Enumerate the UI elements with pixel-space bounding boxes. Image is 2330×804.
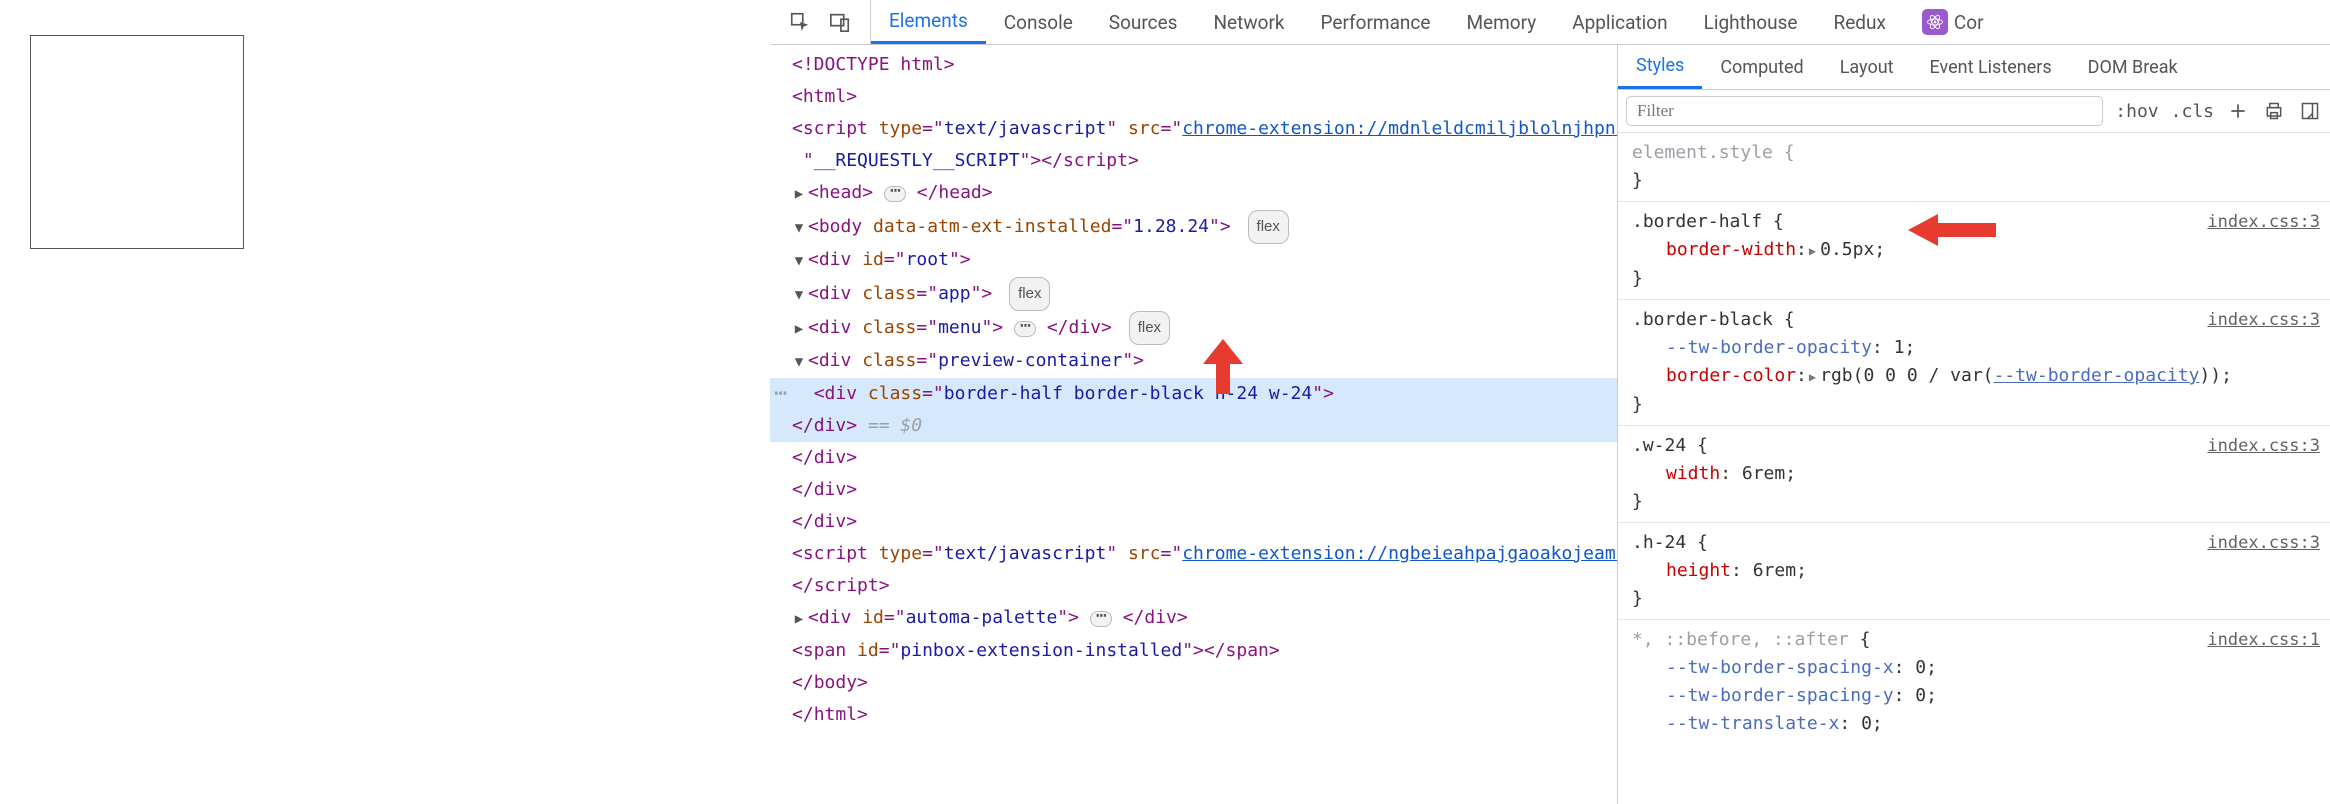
dom-app[interactable]: ▼<div class="app"> flex — [770, 277, 1617, 311]
tab-performance[interactable]: Performance — [1303, 0, 1449, 44]
devtools: Elements Console Sources Network Perform… — [770, 0, 2330, 804]
rule-element-style[interactable]: element.style { } — [1618, 133, 2330, 202]
rule-universal[interactable]: index.css:1 *, ::before, ::after { --tw-… — [1618, 620, 2330, 744]
tab-redux[interactable]: Redux — [1815, 0, 1903, 44]
device-toolbar-icon[interactable] — [828, 10, 852, 34]
subtab-event-listeners[interactable]: Event Listeners — [1912, 45, 2070, 89]
subtab-styles[interactable]: Styles — [1618, 45, 1702, 89]
dom-close-preview[interactable]: </div> — [770, 442, 1617, 474]
new-rule-icon[interactable] — [2226, 99, 2250, 123]
source-link[interactable]: index.css:1 — [2207, 626, 2320, 654]
devtools-toolbar: Elements Console Sources Network Perform… — [770, 0, 2330, 45]
subtab-dom-breakpoints[interactable]: DOM Break — [2070, 45, 2196, 89]
styles-subtabs: Styles Computed Layout Event Listeners D… — [1618, 45, 2330, 90]
dom-pinbox[interactable]: <span id="pinbox-extension-installed"></… — [770, 635, 1617, 667]
subtab-layout[interactable]: Layout — [1822, 45, 1912, 89]
dom-automa[interactable]: ▶<div id="automa-palette"> ⋯ </div> — [770, 602, 1617, 635]
dom-close-app[interactable]: </div> — [770, 474, 1617, 506]
tab-sources[interactable]: Sources — [1091, 0, 1196, 44]
dom-doctype[interactable]: <!DOCTYPE html> — [770, 49, 1617, 81]
dom-close-body[interactable]: </body> — [770, 667, 1617, 699]
tab-console[interactable]: Console — [986, 0, 1091, 44]
flex-badge: flex — [1129, 311, 1170, 345]
dom-html-open[interactable]: <html> — [770, 81, 1617, 113]
tab-components-label: Cor — [1954, 11, 1984, 34]
gutter-dots-icon[interactable]: ⋯ — [774, 378, 789, 410]
ellipsis-icon[interactable]: ⋯ — [884, 186, 906, 202]
tab-application[interactable]: Application — [1554, 0, 1685, 44]
tab-components[interactable]: Cor — [1904, 0, 2002, 44]
preview-box — [30, 35, 244, 249]
source-link[interactable]: index.css:3 — [2207, 432, 2320, 460]
subtab-computed[interactable]: Computed — [1702, 45, 1821, 89]
dom-head[interactable]: ▶<head> ⋯ </head> — [770, 177, 1617, 210]
page-preview — [0, 0, 770, 804]
rule-border-half[interactable]: index.css:3 .border-half { border-width:… — [1618, 202, 2330, 300]
flex-badge: flex — [1009, 277, 1050, 311]
flex-badge: flex — [1248, 210, 1289, 244]
dom-body[interactable]: ▼<body data-atm-ext-installed="1.28.24">… — [770, 210, 1617, 244]
tab-lighthouse[interactable]: Lighthouse — [1686, 0, 1816, 44]
styles-filter-bar: :hov .cls — [1618, 90, 2330, 133]
rule-w-24[interactable]: index.css:3 .w-24 { width: 6rem; } — [1618, 426, 2330, 523]
selector-element-style: element.style { — [1632, 139, 2320, 167]
annotation-arrow-icon — [1188, 339, 1258, 399]
react-icon — [1922, 9, 1948, 35]
tab-elements[interactable]: Elements — [871, 0, 986, 44]
rule-h-24[interactable]: index.css:3 .h-24 { height: 6rem; } — [1618, 523, 2330, 620]
dom-selected-close[interactable]: </div> == $0 — [770, 410, 1617, 442]
inspect-icon[interactable] — [788, 10, 812, 34]
tab-memory[interactable]: Memory — [1448, 0, 1554, 44]
styles-panel: Styles Computed Layout Event Listeners D… — [1618, 45, 2330, 804]
rule-border-black[interactable]: index.css:3 .border-black { --tw-border-… — [1618, 300, 2330, 426]
dom-script-inject[interactable]: <script type="text/javascript" src="chro… — [770, 538, 1617, 602]
elements-panel[interactable]: <!DOCTYPE html> <html> <script type="tex… — [770, 45, 1618, 804]
computed-toggle-icon[interactable] — [2298, 99, 2322, 123]
cls-toggle[interactable]: .cls — [2171, 101, 2214, 122]
source-link[interactable]: index.css:3 — [2207, 306, 2320, 334]
annotation-arrow-icon — [1908, 208, 1998, 252]
dom-close-root[interactable]: </div> — [770, 506, 1617, 538]
dom-root[interactable]: ▼<div id="root"> — [770, 244, 1617, 277]
ellipsis-icon[interactable]: ⋯ — [1014, 321, 1036, 337]
hov-toggle[interactable]: :hov — [2115, 101, 2158, 122]
tab-network[interactable]: Network — [1195, 0, 1302, 44]
source-link[interactable]: index.css:3 — [2207, 529, 2320, 557]
styles-rules[interactable]: element.style { } index.css:3 .border-ha… — [1618, 133, 2330, 804]
print-media-icon[interactable] — [2262, 99, 2286, 123]
source-link[interactable]: index.css:3 — [2207, 208, 2320, 236]
dom-close-html[interactable]: </html> — [770, 699, 1617, 731]
ellipsis-icon[interactable]: ⋯ — [1090, 611, 1112, 627]
dom-script-requestly[interactable]: <script type="text/javascript" src="chro… — [770, 113, 1617, 177]
styles-filter-input[interactable] — [1626, 96, 2103, 126]
